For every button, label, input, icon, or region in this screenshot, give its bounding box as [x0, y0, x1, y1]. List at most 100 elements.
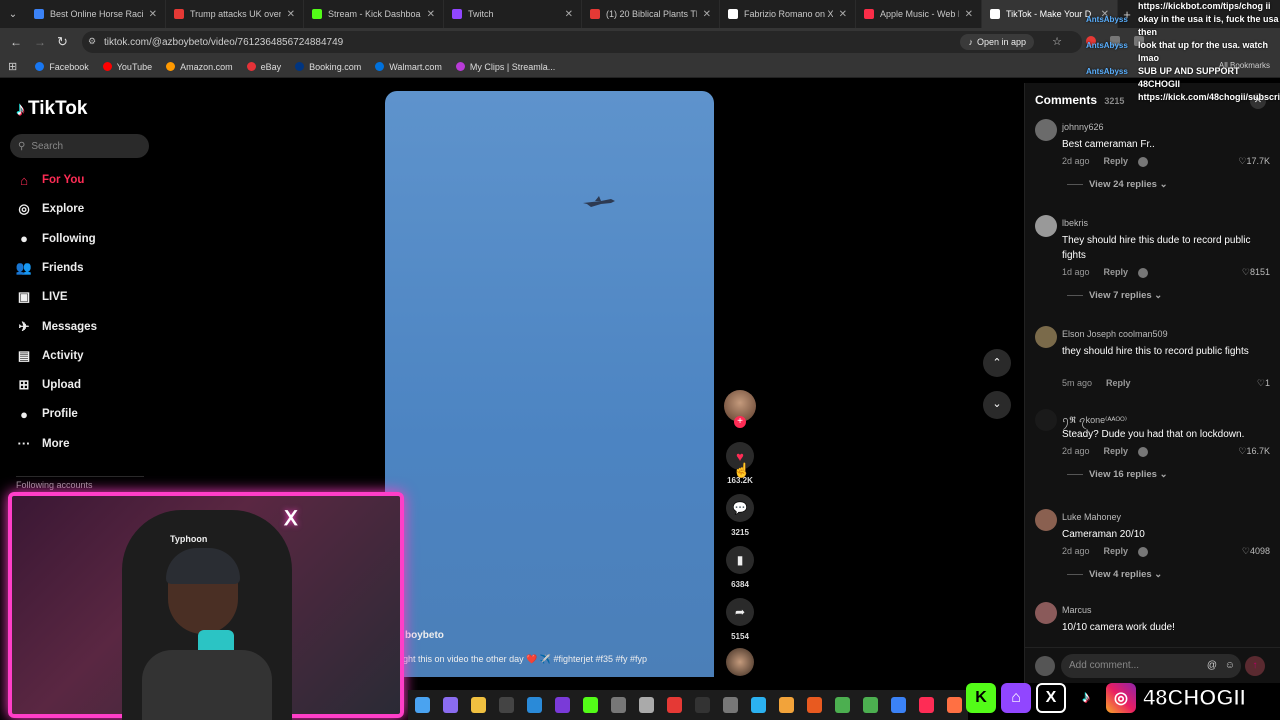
commenter-name[interactable]: johnny626	[1062, 122, 1104, 132]
view-replies-button[interactable]: View 7 replies ⌄	[1067, 290, 1162, 301]
browser-tab[interactable]: Twitch ✕	[444, 0, 582, 28]
bookmark-item[interactable]: YouTube	[102, 62, 152, 72]
taskbar-app-icon[interactable]	[778, 697, 794, 713]
reply-button[interactable]: Reply	[1104, 546, 1129, 556]
commenter-name[interactable]: Luke Mahoney	[1062, 512, 1121, 522]
sidebar-item-explore[interactable]: ◎ Explore	[16, 201, 84, 217]
close-tab-icon[interactable]: ✕	[703, 9, 711, 20]
bookmark-item[interactable]: Facebook	[35, 62, 89, 72]
bookmark-item[interactable]: Walmart.com	[375, 62, 442, 72]
comment-like-button[interactable]: ♡1	[1257, 378, 1270, 389]
sidebar-item-more[interactable]: ··· More	[16, 436, 70, 452]
next-video-button[interactable]: ⌄	[983, 391, 1011, 419]
browser-tab[interactable]: Stream - Kick Dashboard ✕	[304, 0, 444, 28]
taskbar-app-icon[interactable]	[750, 697, 766, 713]
commenter-avatar[interactable]	[1035, 215, 1057, 237]
reply-button[interactable]: Reply	[1104, 156, 1129, 166]
reply-button[interactable]: Reply	[1106, 378, 1131, 388]
browser-tab[interactable]: Trump attacks UK over Ira ✕	[166, 0, 304, 28]
taskbar-app-icon[interactable]	[666, 697, 682, 713]
comment-like-button[interactable]: ♡16.7K	[1238, 446, 1270, 457]
share-button[interactable]: ➦	[726, 598, 754, 626]
comment-like-button[interactable]: ♡4098	[1242, 546, 1270, 557]
taskbar-app-icon[interactable]	[694, 697, 710, 713]
bookmark-item[interactable]: My Clips | Streamla...	[455, 62, 555, 72]
sidebar-item-activity[interactable]: ▤ Activity	[16, 348, 84, 364]
video-player[interactable]: boybeto ght this on video the other day …	[385, 91, 714, 677]
video-author[interactable]: boybeto	[405, 630, 444, 641]
forward-icon[interactable]: →	[34, 35, 46, 49]
close-tab-icon[interactable]: ✕	[565, 9, 573, 20]
close-tab-icon[interactable]: ✕	[427, 9, 435, 20]
commenter-avatar[interactable]	[1035, 509, 1057, 531]
taskbar-app-icon[interactable]	[414, 697, 430, 713]
taskbar-app-icon[interactable]	[582, 697, 598, 713]
taskbar-app-icon[interactable]	[946, 697, 962, 713]
commenter-name[interactable]: lbekris	[1062, 218, 1088, 228]
open-in-app-button[interactable]: ♪ Open in app	[960, 34, 1034, 50]
close-tab-icon[interactable]: ✕	[287, 9, 295, 20]
view-replies-button[interactable]: View 4 replies ⌄	[1067, 569, 1162, 580]
commenter-avatar[interactable]	[1035, 119, 1057, 141]
reply-button[interactable]: Reply	[1104, 267, 1129, 277]
taskbar-app-icon[interactable]	[470, 697, 486, 713]
bookmark-star-icon[interactable]: ☆	[1052, 35, 1062, 48]
taskbar-app-icon[interactable]	[638, 697, 654, 713]
music-disc[interactable]	[726, 648, 754, 676]
commenter-avatar[interactable]	[1035, 409, 1057, 431]
follow-plus-icon[interactable]: +	[734, 416, 746, 428]
taskbar-app-icon[interactable]	[918, 697, 934, 713]
reply-button[interactable]: Reply	[1104, 446, 1129, 456]
save-button[interactable]: ▮	[726, 546, 754, 574]
taskbar-app-icon[interactable]	[554, 697, 570, 713]
browser-tab[interactable]: (1) 20 Biblical Plants That ✕	[582, 0, 720, 28]
comment-button[interactable]: 💬	[726, 494, 754, 522]
post-comment-button[interactable]: ↑	[1245, 656, 1265, 676]
bookmark-item[interactable]: Booking.com	[295, 62, 361, 72]
taskbar-app-icon[interactable]	[526, 697, 542, 713]
sidebar-item-following[interactable]: ● Following	[16, 231, 96, 247]
search-input[interactable]: ⚲ Search	[10, 134, 149, 158]
taskbar-app-icon[interactable]	[834, 697, 850, 713]
taskbar-app-icon[interactable]	[862, 697, 878, 713]
taskbar-app-icon[interactable]	[722, 697, 738, 713]
sidebar-item-profile[interactable]: ● Profile	[16, 406, 78, 422]
bookmark-item[interactable]: Amazon.com	[166, 62, 233, 72]
apps-grid-icon[interactable]: ⊞	[8, 60, 17, 73]
sidebar-item-for-you[interactable]: ⌂ For You	[16, 172, 84, 188]
commenter-avatar[interactable]	[1035, 602, 1057, 624]
url-bar[interactable]: ⚙ tiktok.com/@azboybeto/video/7612364856…	[82, 31, 1082, 53]
close-tab-icon[interactable]: ✕	[965, 9, 973, 20]
close-tab-icon[interactable]: ✕	[839, 9, 847, 20]
commenter-name[interactable]: Marcus	[1062, 605, 1092, 615]
tab-search-button[interactable]: ⌄	[0, 9, 26, 20]
taskbar-app-icon[interactable]	[498, 697, 514, 713]
sidebar-item-live[interactable]: ▣ LIVE	[16, 289, 68, 305]
browser-tab[interactable]: Fabrizio Romano on X: " ✕	[720, 0, 856, 28]
browser-tab[interactable]: Best Online Horse Racing ✕	[26, 0, 166, 28]
commenter-avatar[interactable]	[1035, 326, 1057, 348]
bookmark-item[interactable]: eBay	[246, 62, 281, 72]
taskbar-app-icon[interactable]	[442, 697, 458, 713]
back-icon[interactable]: ←	[10, 35, 22, 49]
comment-like-button[interactable]: ♡8151	[1242, 267, 1270, 278]
sidebar-item-upload[interactable]: ⊞ Upload	[16, 377, 81, 393]
close-tab-icon[interactable]: ✕	[149, 9, 157, 20]
reload-icon[interactable]: ↻	[57, 34, 68, 50]
view-replies-button[interactable]: View 24 replies ⌄	[1067, 179, 1168, 190]
taskbar-app-icon[interactable]	[890, 697, 906, 713]
taskbar-app-icon[interactable]	[610, 697, 626, 713]
previous-video-button[interactable]: ⌃	[983, 349, 1011, 377]
emoji-icon[interactable]: ☺	[1225, 654, 1235, 678]
mention-icon[interactable]: @	[1207, 654, 1217, 678]
browser-tab[interactable]: Apple Music - Web Player ✕	[856, 0, 982, 28]
commenter-name[interactable]: Elson Joseph coolman509	[1062, 329, 1168, 339]
tiktok-logo[interactable]: ♪ TikTok	[16, 98, 87, 120]
add-comment-input[interactable]: Add comment... @ ☺	[1061, 654, 1241, 678]
taskbar-app-icon[interactable]	[806, 697, 822, 713]
sidebar-item-friends[interactable]: 👥 Friends	[16, 260, 84, 276]
site-info-icon[interactable]: ⚙	[88, 36, 96, 47]
comment-like-button[interactable]: ♡17.7K	[1238, 156, 1270, 167]
sidebar-item-messages[interactable]: ✈ Messages	[16, 319, 97, 335]
view-replies-button[interactable]: View 16 replies ⌄	[1067, 469, 1168, 480]
